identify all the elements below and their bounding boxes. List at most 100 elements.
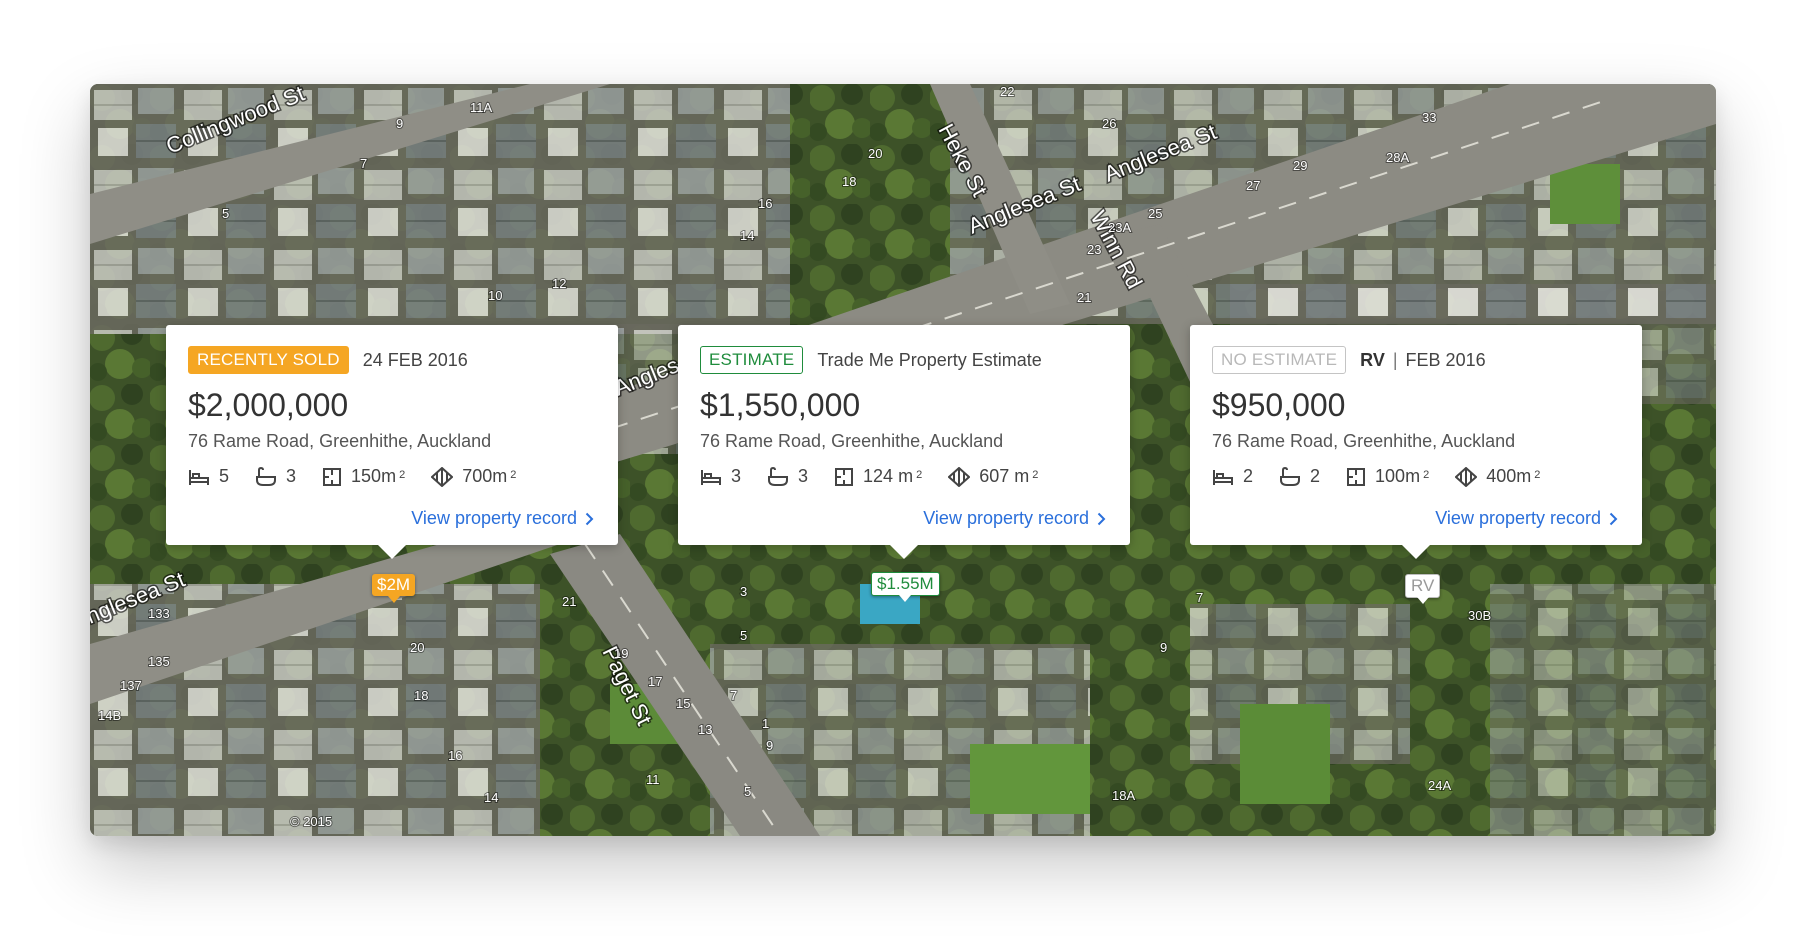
bed-icon	[1213, 469, 1233, 485]
property-card-estimate: ESTIMATE Trade Me Property Estimate $1,5…	[678, 325, 1130, 559]
bathrooms-count: 2	[1310, 466, 1321, 486]
property-card-no-estimate: NO ESTIMATE RV | FEB 2016 $950,000 76 Ra…	[1190, 325, 1642, 559]
house-number-label: 25	[1148, 206, 1162, 221]
house-number-label: 9	[396, 116, 403, 131]
view-property-record-label: View property record	[1435, 508, 1601, 528]
house-number-label: 30B	[1468, 608, 1491, 623]
rv-separator: |	[1392, 349, 1398, 370]
map-pin-rv[interactable]: RV	[1405, 574, 1441, 604]
house-number-label: 5	[740, 628, 747, 643]
land-area-unit-sup: 2	[510, 468, 517, 481]
bath-icon	[768, 466, 789, 486]
house-number-label: 28A	[1386, 150, 1409, 165]
house-number-label: 14B	[98, 708, 121, 723]
house-number-label: 18	[414, 688, 428, 703]
view-property-record-label: View property record	[923, 508, 1089, 528]
recently-sold-badge: RECENTLY SOLD	[188, 346, 349, 374]
property-address: 76 Rame Road, Greenhithe, Auckland	[1212, 431, 1516, 451]
floor-area: 124 m2	[834, 466, 922, 487]
bedrooms: 5	[188, 466, 229, 487]
house-number-label: 5	[744, 784, 751, 799]
land-area-icon	[1455, 466, 1478, 487]
house-number-label: 135	[148, 654, 170, 669]
view-property-record-link[interactable]: View property record	[1435, 508, 1618, 529]
no-estimate-badge: NO ESTIMATE	[1212, 346, 1347, 374]
floor-area: 100m 2	[1346, 466, 1429, 487]
property-features: 2 2 100m 2 400m 2	[1212, 466, 1620, 487]
land-area: 400m 2	[1455, 466, 1540, 487]
rv-price: $950,000	[1212, 387, 1346, 423]
house-number-label: 13	[698, 722, 712, 737]
house-number-label: 9	[1160, 640, 1167, 655]
land-area-icon	[431, 466, 454, 487]
sold-date: 24 FEB 2016	[362, 349, 468, 370]
house-number-label: 27	[1246, 178, 1260, 193]
bedrooms-count: 2	[1243, 466, 1254, 486]
house-number-label: 16	[448, 748, 462, 763]
house-number-label: 24A	[1428, 778, 1451, 793]
floor-area: 150m 2	[322, 466, 405, 487]
bedrooms-count: 3	[731, 466, 742, 486]
rv-date: FEB 2016	[1405, 349, 1486, 370]
house-number-label: 12	[552, 276, 566, 291]
house-number-label: 7	[730, 688, 737, 703]
property-card-recently-sold: RECENTLY SOLD 24 FEB 2016 $2,000,000 76 …	[166, 325, 618, 559]
property-address: 76 Rame Road, Greenhithe, Auckland	[700, 431, 1004, 451]
rv-label: RV	[1360, 349, 1385, 370]
card-pointer	[890, 545, 918, 559]
bathrooms-count: 3	[286, 466, 297, 486]
house-number-label: 14	[740, 228, 754, 243]
house-number-label: 9	[766, 738, 773, 753]
bed-icon	[701, 469, 721, 485]
map-pin-estimate-price[interactable]: $1.55M	[871, 572, 940, 602]
house-number-label: 26	[1102, 116, 1116, 131]
estimate-badge: ESTIMATE	[700, 346, 804, 374]
house-number-label: 3	[740, 584, 747, 599]
house-number-label: 137	[120, 678, 142, 693]
view-property-record-label: View property record	[411, 508, 577, 528]
floor-area-icon	[835, 467, 854, 486]
bath-icon	[256, 466, 277, 486]
house-number-label: 17	[648, 674, 662, 689]
chevron-right-icon	[585, 512, 594, 525]
property-address: 76 Rame Road, Greenhithe, Auckland	[188, 431, 492, 451]
property-features: 5 3 150m 2 700m 2	[188, 466, 596, 487]
house-number-label: 11	[646, 772, 660, 787]
bed-icon	[189, 469, 209, 485]
land-area-value: 400m	[1486, 466, 1532, 486]
property-features: 3 3 124 m2 607 m2	[700, 466, 1108, 487]
view-property-record-link[interactable]: View property record	[923, 508, 1106, 529]
estimate-price: $1,550,000	[700, 387, 861, 423]
house-number-label: 10	[488, 288, 502, 303]
floor-area-icon	[323, 467, 342, 486]
house-number-label: 21	[562, 594, 576, 609]
house-number-label: 23	[1087, 242, 1101, 257]
house-number-label: 133	[148, 606, 170, 621]
floor-area-unit-sup: 2	[916, 468, 923, 481]
house-number-label: 15	[676, 696, 690, 711]
house-number-label: 18A	[1112, 788, 1135, 803]
land-area-icon	[948, 466, 971, 487]
floor-area-value: 150m	[351, 466, 397, 486]
floor-area-value: 100m	[1375, 466, 1421, 486]
floor-area-value: 124 m	[863, 466, 914, 486]
floor-area-unit-sup: 2	[399, 468, 406, 481]
bath-icon	[1280, 466, 1301, 486]
house-number-label: 14	[484, 790, 498, 805]
house-number-label: 19	[614, 646, 628, 661]
land-area: 607 m2	[948, 466, 1038, 487]
map-pin-sold-price[interactable]: $2M	[372, 574, 416, 603]
bedrooms-count: 5	[219, 466, 230, 486]
house-number-label: 22	[1000, 84, 1014, 99]
land-area-value: 607 m	[979, 466, 1030, 486]
bathrooms: 2	[1279, 466, 1320, 487]
bathrooms: 3	[255, 466, 296, 487]
house-number-label: 21	[1077, 290, 1091, 305]
view-property-record-link[interactable]: View property record	[411, 508, 594, 529]
map-copyright: © 2015	[290, 814, 332, 829]
house-number-label: 20	[410, 640, 424, 655]
bedrooms: 3	[700, 466, 741, 487]
land-area-value: 700m	[462, 466, 508, 486]
land-area: 700m 2	[431, 466, 516, 487]
estimate-source: Trade Me Property Estimate	[817, 349, 1042, 370]
